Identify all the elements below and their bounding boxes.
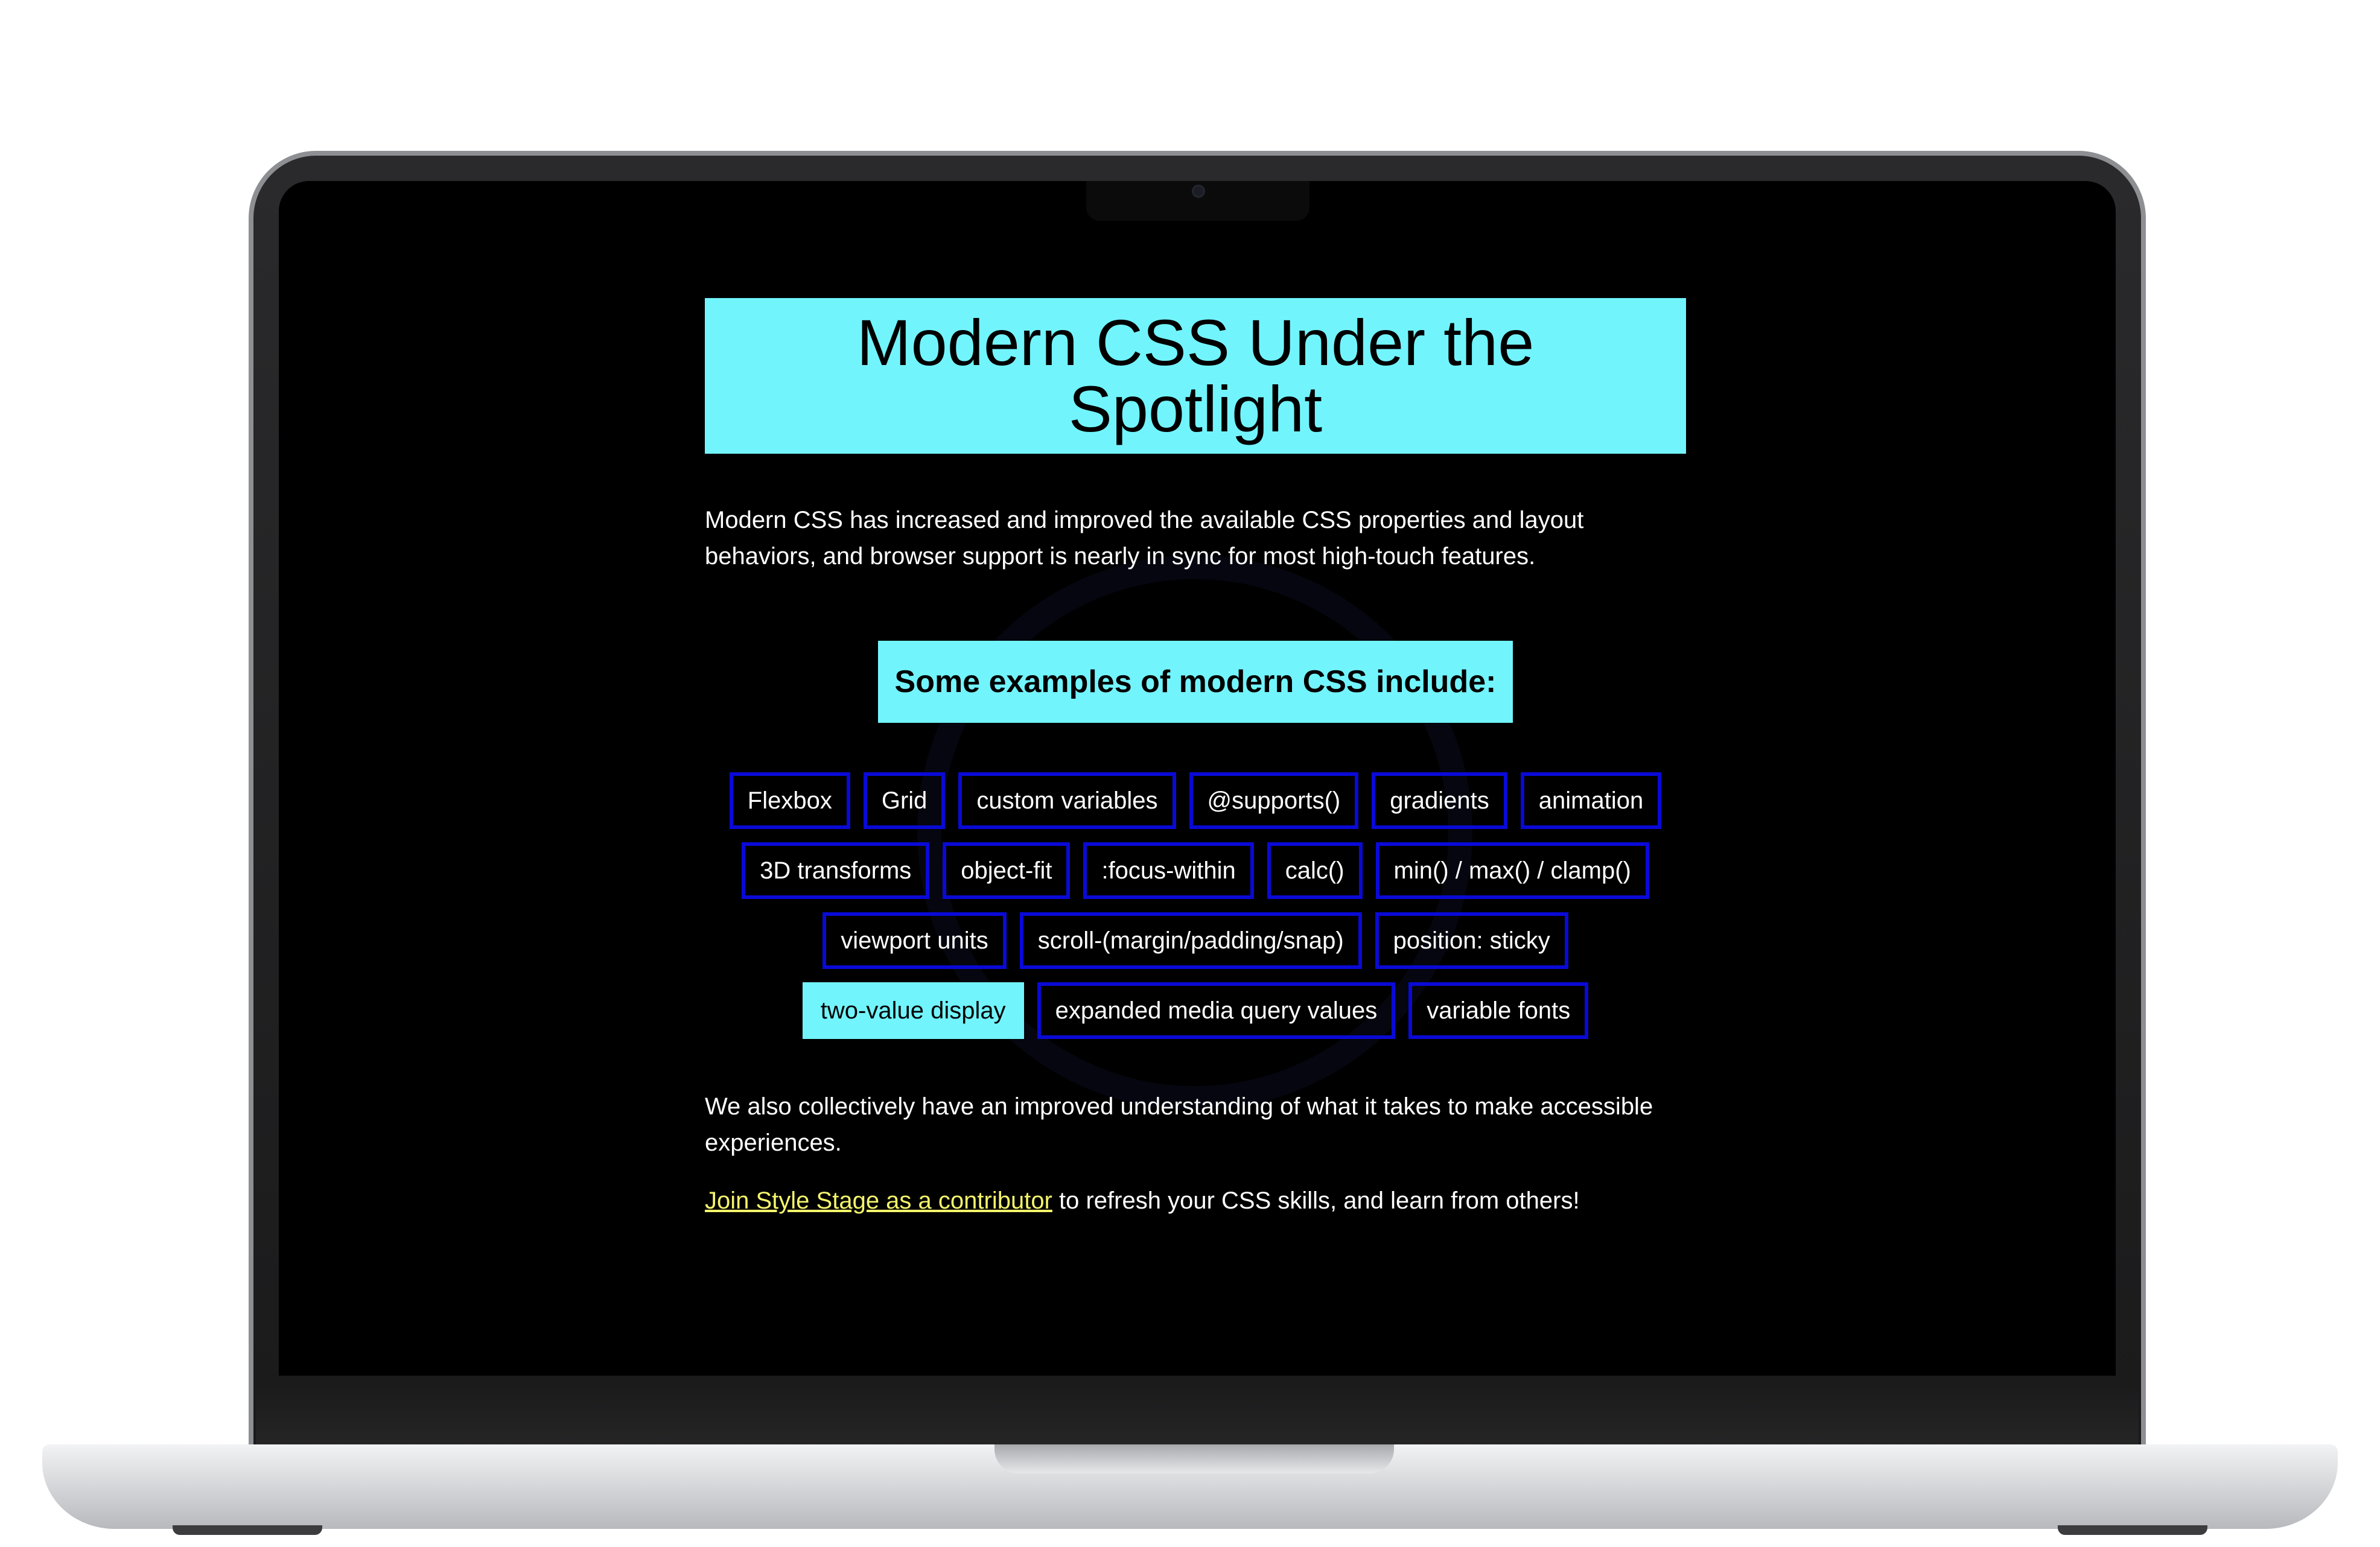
css-feature-tag: animation [1520,772,1662,829]
examples-heading-wrap: Some examples of modern CSS include: [705,641,1686,723]
join-contributor-link[interactable]: Join Style Stage as a contributor [705,1187,1052,1214]
outro-paragraph: We also collectively have an improved un… [705,1093,1653,1156]
camera-icon [1192,185,1205,198]
css-feature-tag: Flexbox [729,772,850,829]
page-title: Modern CSS Under the Spotlight [856,306,1535,445]
css-feature-tag: two-value display [802,982,1024,1039]
laptop-hinge [256,1388,2139,1447]
hero-banner: Modern CSS Under the Spotlight [705,298,1686,454]
laptop-foot-right [2058,1525,2207,1535]
css-feature-tag: min() / max() / clamp() [1375,842,1649,899]
css-feature-tag: expanded media query values [1037,982,1396,1039]
css-feature-tag: @supports() [1189,772,1359,829]
css-feature-tag: :focus-within [1083,842,1254,899]
laptop-opening-notch [994,1444,1394,1473]
contributor-cta: Join Style Stage as a contributor to ref… [705,1183,1686,1219]
css-feature-tag: calc() [1267,842,1363,899]
laptop-foot-left [173,1525,322,1535]
cta-rest-text: to refresh your CSS skills, and learn fr… [1052,1187,1580,1214]
css-feature-tag-list: Flexbox Grid custom variables @supports() gr… [705,772,1686,1039]
css-feature-tag: 3D transforms [742,842,930,899]
css-feature-tag: gradients [1372,772,1507,829]
css-feature-tag: custom variables [958,772,1176,829]
css-feature-tag: position: sticky [1375,912,1568,969]
examples-heading: Some examples of modern CSS include: [877,641,1513,723]
css-feature-tag: viewport units [822,912,1007,969]
page-content: Modern CSS Under the Spotlight Modern CS… [705,298,1686,1219]
css-feature-tag: object-fit [943,842,1071,899]
css-feature-tag: variable fonts [1408,982,1589,1039]
intro-paragraph: Modern CSS has increased and improved th… [705,507,1584,570]
css-feature-tag: scroll-(margin/padding/snap) [1019,912,1362,969]
css-feature-tag: Grid [863,772,946,829]
